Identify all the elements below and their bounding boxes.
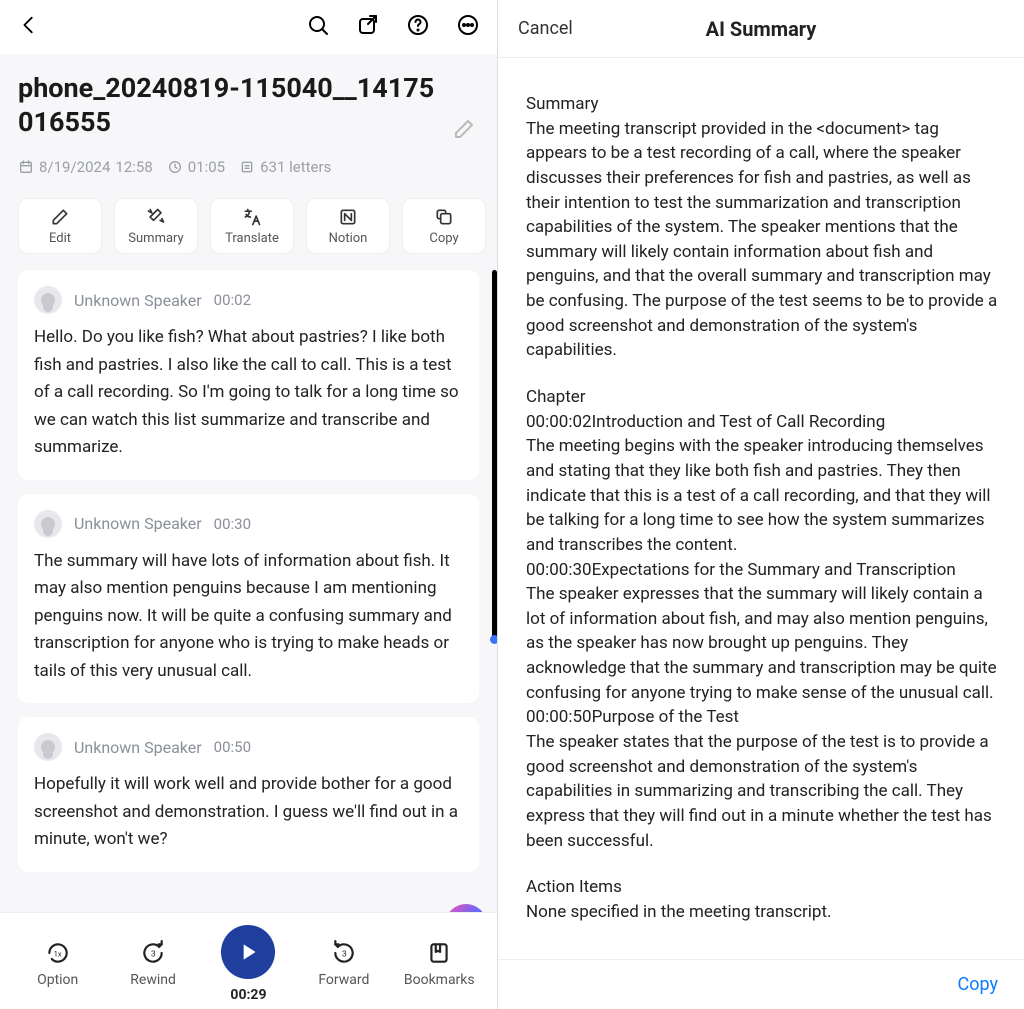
translate-button[interactable]: Translate [210,198,294,254]
segment-time: 00:50 [214,738,251,756]
ai-body[interactable]: Summary The meeting transcript provided … [498,58,1024,959]
chapter-entry: 00:00:02Introduction and Test of Call Re… [526,410,1000,558]
search-icon[interactable] [303,10,333,40]
avatar [34,286,62,314]
cancel-button[interactable]: Cancel [518,18,573,39]
back-button[interactable] [14,10,44,40]
speaker-name: Unknown Speaker [74,514,202,533]
summary-head: Summary [526,92,1000,117]
segment-text: Hopefully it will work well and provide … [34,771,463,854]
transcript-segment[interactable]: Unknown Speaker 00:50 Hopefully it will … [18,717,479,872]
action-label: Edit [49,231,71,246]
ai-footer: Copy [498,959,1024,1009]
copy-summary-button[interactable]: Copy [957,974,998,995]
chapter-body: The speaker states that the purpose of t… [526,730,1000,853]
player-rewind-button[interactable]: 3 Rewind [114,940,192,988]
chapter-body: The meeting begins with the speaker intr… [526,434,1000,557]
scroll-position-indicator[interactable] [490,635,497,644]
chapter-head: Chapter [526,385,1000,410]
summary-button[interactable]: Summary [114,198,198,254]
meta-duration: 01:05 [167,158,225,176]
edit-title-icon[interactable] [449,114,479,144]
transcript-segment[interactable]: Unknown Speaker 00:30 The summary will h… [18,494,479,704]
summary-body: The meeting transcript provided in the <… [526,117,1000,363]
player-label: Rewind [130,972,176,988]
action-row: Edit Summary Translate Notion Copy [0,184,497,270]
player-bookmarks-button[interactable]: Bookmarks [400,940,478,988]
chapter-time: 00:00:02 [526,412,592,432]
date-value: 8/19/2024 [39,158,110,176]
svg-text:3: 3 [151,949,156,959]
congrats-line1: Congrats, you got the transcript! [18,910,479,912]
player-bar: 1x Option 3 Rewind 00:29 3 Forward Bookm… [0,912,497,1009]
chapter-entry: 00:00:50Purpose of the Test The speaker … [526,705,1000,853]
chapter-title: Introduction and Test of Call Recording [592,412,886,432]
speaker-name: Unknown Speaker [74,291,202,310]
time-value: 12:58 [115,158,152,176]
left-toolbar [0,0,497,54]
share-icon[interactable] [353,10,383,40]
chapter-title: Purpose of the Test [592,707,739,727]
transcript-pane: phone_20240819-115040__14175016555 8/19/… [0,0,498,1009]
meta-letters: 631 letters [239,158,331,176]
transcript-list[interactable]: Unknown Speaker 00:02 Hello. Do you like… [0,270,497,912]
action-label: Summary [128,231,183,246]
scrollbar-thumb[interactable] [492,270,497,640]
chapter-entry: 00:00:30Expectations for the Summary and… [526,558,1000,706]
player-label: Option [37,972,78,988]
help-icon[interactable] [403,10,433,40]
congrats-block: Congrats, you got the transcript! Is Not… [18,886,479,912]
transcript-segment[interactable]: Unknown Speaker 00:02 Hello. Do you like… [18,270,479,480]
player-option-button[interactable]: 1x Option [19,940,97,988]
segment-text: The summary will have lots of informatio… [34,548,463,686]
ai-header: Cancel AI Summary [498,0,1024,58]
action-label: Translate [225,231,279,246]
letters-value: 631 letters [260,158,331,176]
title-block: phone_20240819-115040__14175016555 8/19/… [0,54,497,184]
svg-text:3: 3 [342,949,347,959]
svg-text:1x: 1x [53,949,61,958]
segment-text: Hello. Do you like fish? What about past… [34,324,463,462]
segment-time: 00:30 [214,515,251,533]
action-items-body: None specified in the meeting transcript… [526,900,1000,925]
notion-button[interactable]: Notion [306,198,390,254]
action-label: Notion [329,231,368,246]
speaker-name: Unknown Speaker [74,738,202,757]
chapter-title: Expectations for the Summary and Transcr… [592,560,956,580]
duration-value: 01:05 [188,158,225,176]
ai-summary-title: AI Summary [498,17,1024,41]
action-items-head: Action Items [526,875,1000,900]
player-position: 00:29 [230,987,266,1003]
player-play-button[interactable]: 00:29 [209,925,287,1003]
segment-time: 00:02 [214,291,251,309]
avatar [34,733,62,761]
ai-summary-pane: Cancel AI Summary Summary The meeting tr… [498,0,1024,1009]
copy-button[interactable]: Copy [402,198,486,254]
player-label: Bookmarks [404,972,475,988]
player-label: Forward [318,972,369,988]
meta-date: 8/19/2024 12:58 [18,158,153,176]
chapter-body: The speaker expresses that the summary w… [526,582,1000,705]
meta-row: 8/19/2024 12:58 01:05 631 letters [18,158,479,176]
edit-button[interactable]: Edit [18,198,102,254]
chapter-time: 00:00:50 [526,707,592,727]
action-label: Copy [429,231,458,246]
recording-title: phone_20240819-115040__14175016555 [18,72,437,140]
player-forward-button[interactable]: 3 Forward [305,940,383,988]
avatar [34,510,62,538]
chapter-time: 00:00:30 [526,560,592,580]
more-icon[interactable] [453,10,483,40]
